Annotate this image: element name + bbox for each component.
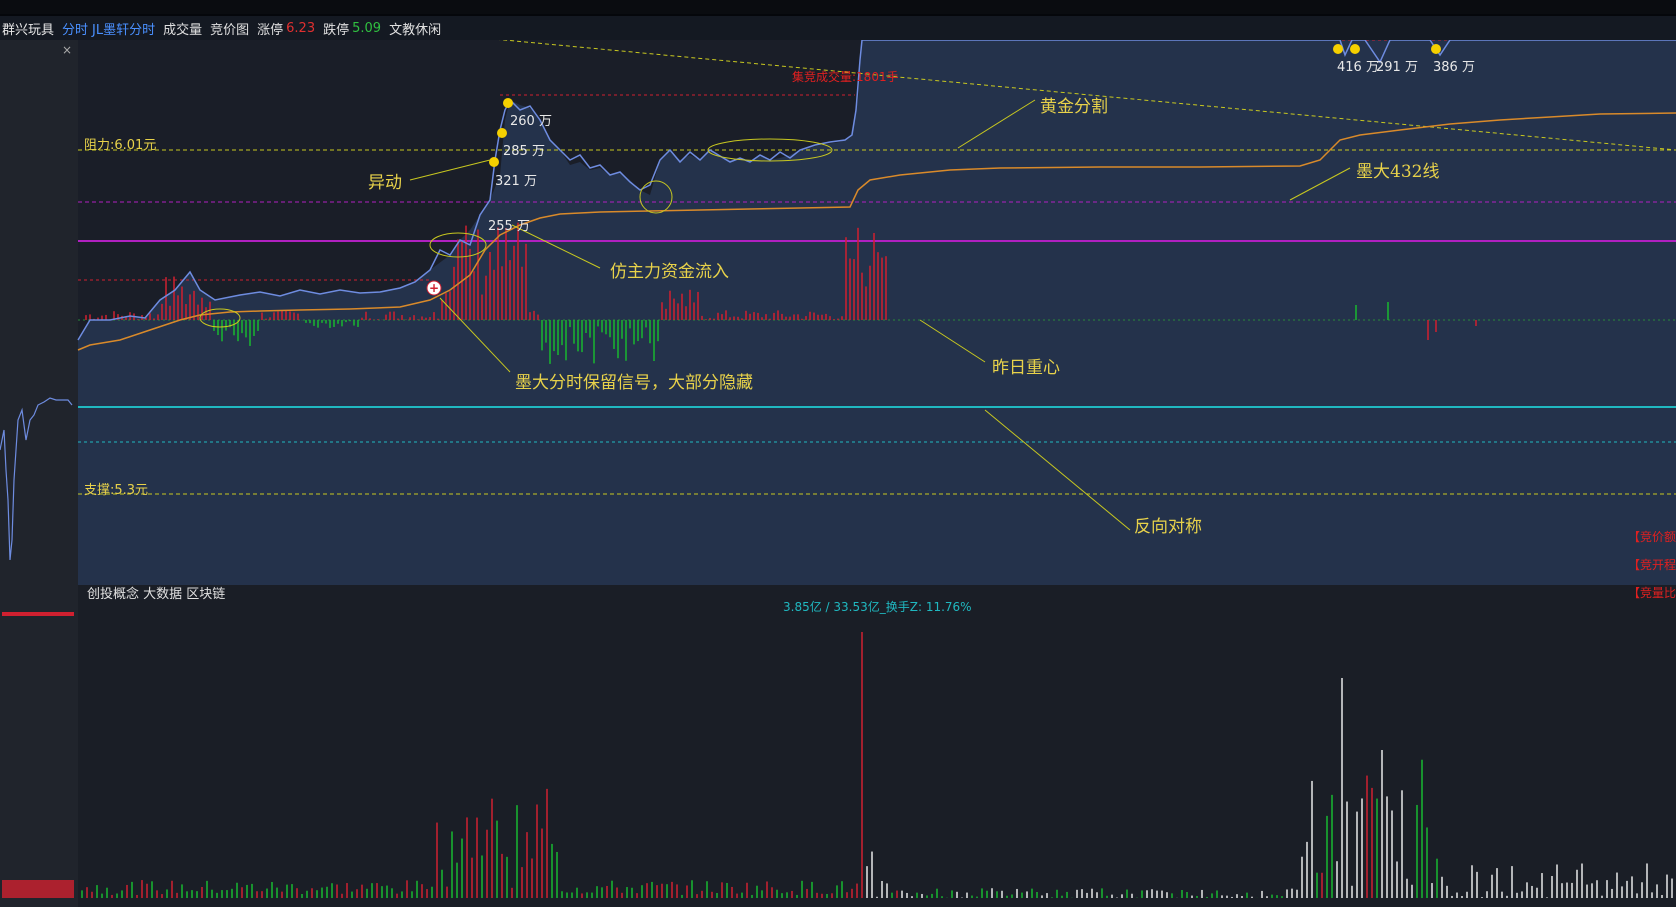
yidong-label: 异动	[368, 173, 402, 193]
limit-down-value: 5.09	[352, 20, 382, 36]
auction-ratio-label: 【竞量比	[1627, 586, 1676, 600]
limit-up-value: 6.23	[286, 20, 316, 36]
auction-amount-label: 【竞价额	[1627, 530, 1676, 544]
tab-fenshi[interactable]: 分时	[62, 19, 88, 38]
premarket-volume-bottom	[2, 880, 74, 898]
golden-split-label: 黄金分割	[1040, 97, 1108, 117]
fund-inflow-label: 仿主力资金流入	[610, 262, 729, 282]
auction-open-label: 【竞开程	[1627, 558, 1676, 572]
volume-stats: 3.85亿 / 33.53亿_换手Z: 11.76%	[783, 600, 972, 614]
premarket-line	[0, 397, 73, 561]
price-tag-285: 285 万	[503, 144, 545, 159]
premarket-volume	[2, 612, 74, 616]
auction-volume-label: 集竞成交量:1801手	[792, 70, 899, 84]
limit-down-label: 跌停	[323, 22, 350, 38]
moda-line-label: 墨大432线	[1356, 162, 1440, 182]
stock-name: 群兴玩具	[2, 22, 55, 38]
concepts-label: 创投概念 大数据 区块链	[87, 587, 226, 602]
support-label: 支撑:5.3元	[84, 483, 149, 498]
reverse-symmetry-label: 反向对称	[1134, 517, 1202, 537]
tab-jl-moxuan-fenshi[interactable]: JL墨轩分时	[92, 19, 155, 38]
price-tag-291: 291 万	[1376, 60, 1418, 75]
tab-auction-chart[interactable]: 竞价图	[210, 19, 249, 38]
resistance-label: 阻力:6.01元	[84, 138, 157, 153]
industry-label: 文教休闲	[389, 22, 442, 38]
price-tag-416: 416 万	[1337, 60, 1379, 75]
price-tag-255: 255 万	[488, 219, 530, 234]
tab-volume[interactable]: 成交量	[163, 19, 202, 38]
chart-header: 群兴玩具 分时 JL墨轩分时 成交量 竞价图 涨停 6.23 跌停 5.09 文…	[0, 16, 1676, 40]
signal-note-label: 墨大分时保留信号，大部分隐藏	[515, 373, 753, 393]
price-tag-321: 321 万	[495, 174, 537, 189]
limit-up-label: 涨停	[257, 22, 284, 38]
price-tag-260: 260 万	[510, 114, 552, 129]
yesterday-center-label: 昨日重心	[992, 358, 1060, 378]
price-tag-386: 386 万	[1433, 60, 1475, 75]
top-strip	[0, 0, 1676, 14]
buy-signal-plus: +	[429, 281, 439, 295]
